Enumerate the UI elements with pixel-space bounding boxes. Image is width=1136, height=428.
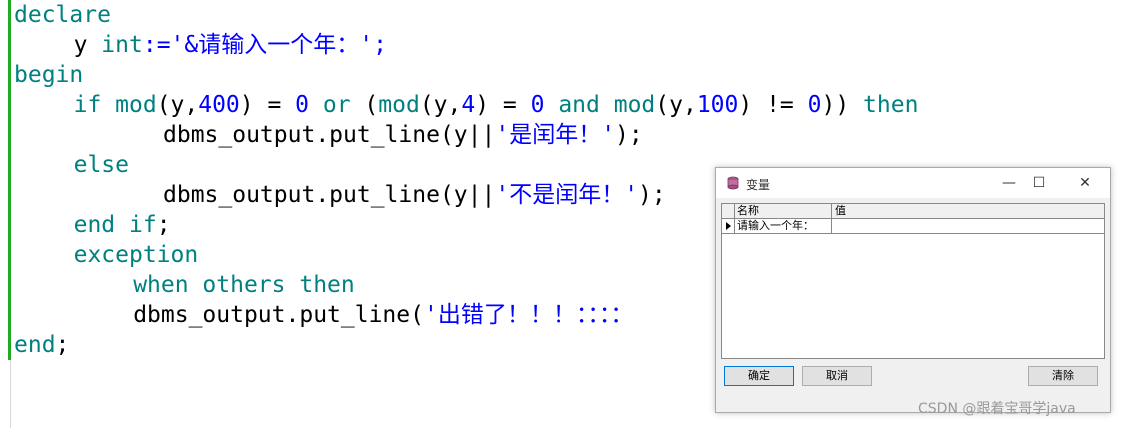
- code-line[interactable]: declare: [14, 0, 111, 30]
- code-token: )): [821, 92, 864, 118]
- dialog-titlebar[interactable]: 变量 — ☐ ✕: [716, 168, 1110, 198]
- code-token: mod: [115, 92, 157, 118]
- code-line[interactable]: when others then: [133, 270, 355, 300]
- column-header-name[interactable]: 名称: [734, 204, 832, 218]
- code-token: 0: [807, 92, 822, 118]
- editor-gutter: [0, 0, 11, 428]
- code-token: '是闰年！': [495, 122, 616, 148]
- code-token: and: [544, 92, 614, 118]
- code-token: (y,: [655, 92, 697, 118]
- code-token: begin: [14, 62, 84, 88]
- code-line[interactable]: if mod(y,400) = 0 or (mod(y,4) = 0 and m…: [74, 90, 919, 120]
- code-token: y: [73, 32, 102, 58]
- variable-value-cell[interactable]: [832, 219, 1104, 233]
- code-token: when others then: [133, 272, 355, 298]
- code-token: end: [14, 332, 56, 358]
- code-token: exception: [73, 242, 199, 268]
- code-line[interactable]: exception: [74, 240, 199, 270]
- code-line[interactable]: end;: [14, 330, 69, 360]
- column-header-value[interactable]: 值: [832, 204, 1104, 218]
- code-token: int: [101, 32, 143, 58]
- current-row-arrow-icon: [726, 222, 731, 230]
- code-token: declare: [14, 2, 111, 28]
- database-icon: [727, 176, 739, 190]
- change-marker-bar: [8, 0, 11, 360]
- code-token: end if: [73, 212, 157, 238]
- code-token: :='&请输入一个年：';: [142, 32, 387, 58]
- code-token: 4: [461, 92, 476, 118]
- code-line[interactable]: dbms_output.put_line('出错了！！！：：：：: [133, 300, 633, 330]
- code-line[interactable]: else: [74, 150, 129, 180]
- variable-name-cell: 请输入一个年：: [734, 219, 832, 233]
- code-token: dbms_output.put_line(y||: [163, 122, 496, 148]
- variables-dialog: 变量 — ☐ ✕ 名称 值 请输入一个年： 确定 取消 清除: [715, 167, 1111, 413]
- grid-header: 名称 值: [722, 204, 1104, 219]
- code-token: 400: [198, 92, 240, 118]
- code-token: 100: [696, 92, 739, 118]
- close-button[interactable]: ✕: [1070, 172, 1100, 194]
- code-token: '出错了！！！：：：：: [423, 302, 634, 328]
- code-line[interactable]: begin: [14, 60, 83, 90]
- code-token: dbms_output.put_line(: [133, 302, 424, 328]
- code-token: or: [309, 92, 365, 118]
- code-token: if: [73, 92, 116, 118]
- cancel-button[interactable]: 取消: [802, 366, 872, 386]
- code-line[interactable]: dbms_output.put_line(y||'是闰年！');: [163, 120, 643, 150]
- maximize-button[interactable]: ☐: [1024, 172, 1054, 194]
- watermark: CSDN @跟着宝哥学java: [918, 401, 1076, 417]
- minimize-button[interactable]: —: [994, 172, 1024, 194]
- code-token: then: [863, 92, 919, 118]
- code-token: );: [638, 182, 666, 208]
- code-token: );: [615, 122, 643, 148]
- code-token: mod: [378, 92, 420, 118]
- variables-grid[interactable]: 名称 值 请输入一个年：: [721, 203, 1105, 359]
- code-token: ;: [156, 212, 171, 238]
- code-line[interactable]: end if;: [74, 210, 171, 240]
- table-row[interactable]: 请输入一个年：: [722, 219, 1104, 234]
- ok-button[interactable]: 确定: [724, 366, 794, 386]
- code-token: ) =: [475, 92, 531, 118]
- code-token: (y,: [419, 92, 462, 118]
- code-token: '不是闰年！': [495, 182, 639, 208]
- code-token: else: [73, 152, 129, 178]
- clear-button[interactable]: 清除: [1028, 366, 1098, 386]
- code-token: mod: [613, 92, 656, 118]
- code-token: (y,: [156, 92, 199, 118]
- code-line[interactable]: dbms_output.put_line(y||'不是闰年！');: [163, 180, 666, 210]
- code-token: 0: [295, 92, 310, 118]
- code-token: ) !=: [738, 92, 808, 118]
- code-token: dbms_output.put_line(y||: [163, 182, 496, 208]
- code-token: ) =: [239, 92, 296, 118]
- code-token: ;: [55, 332, 70, 358]
- code-token: (: [364, 92, 379, 118]
- code-token: 0: [530, 92, 545, 118]
- code-line[interactable]: y int:='&请输入一个年：';: [74, 30, 387, 60]
- dialog-title: 变量: [746, 178, 771, 192]
